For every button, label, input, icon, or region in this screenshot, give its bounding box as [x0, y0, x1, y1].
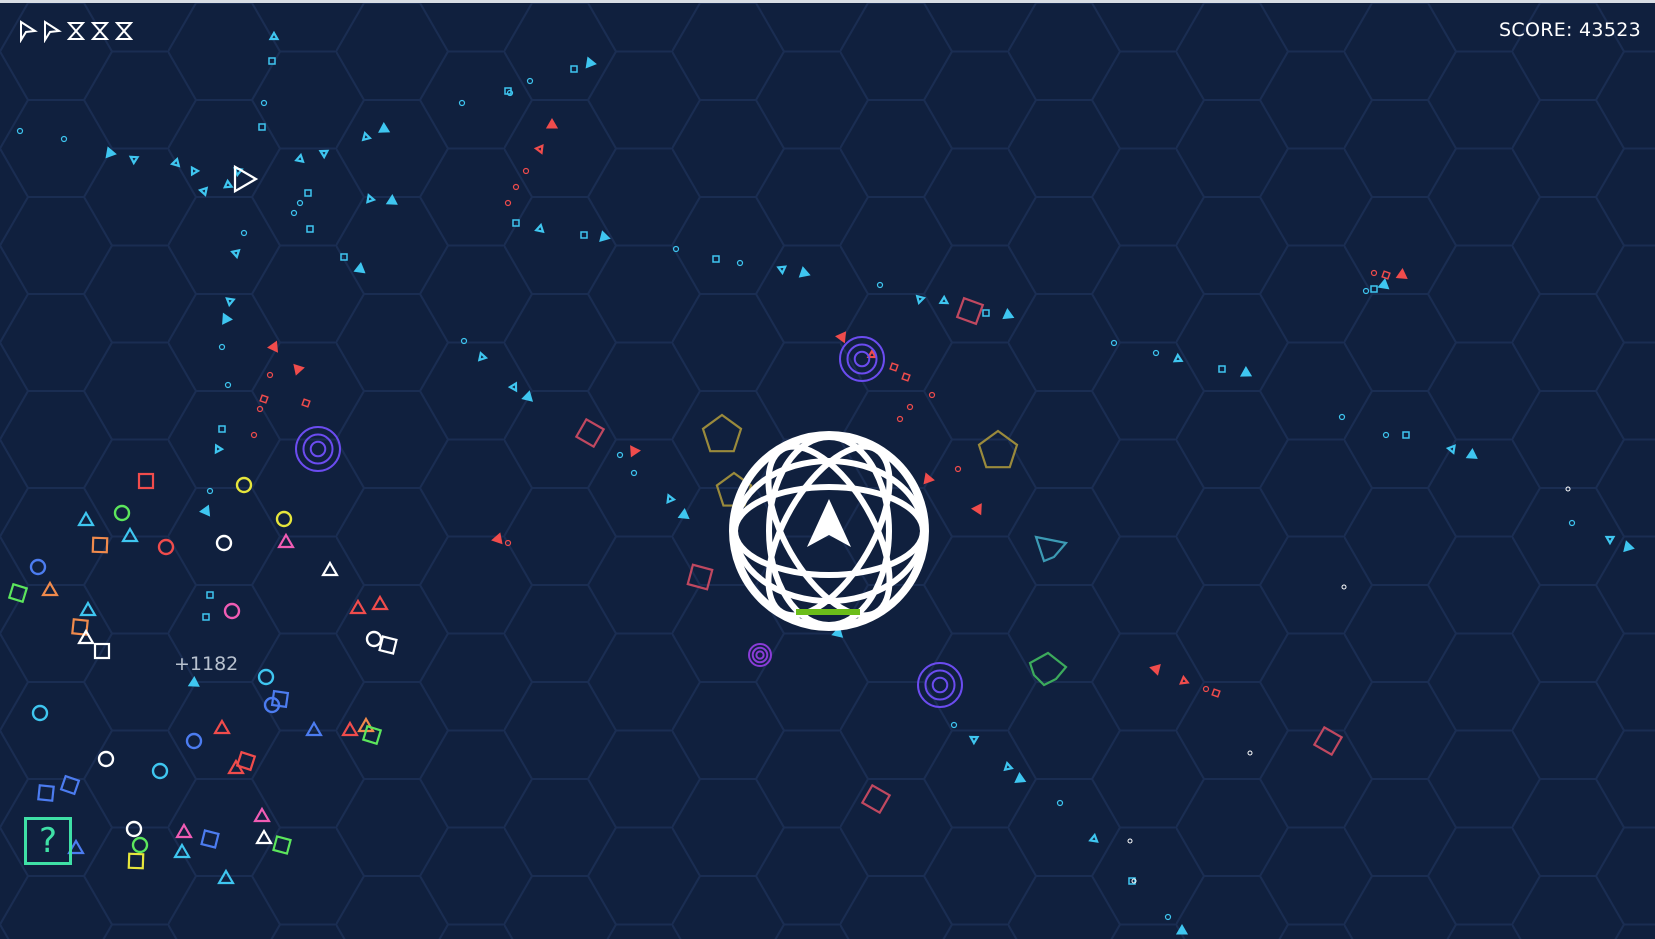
bomb-icon	[66, 22, 86, 40]
game-viewport[interactable]: SCORE: 43523 +1182 ?	[0, 0, 1655, 939]
hex-grid-background	[0, 3, 1655, 939]
mystery-powerup-box: ?	[24, 817, 72, 865]
lives-and-bombs-indicator	[18, 19, 134, 43]
play-field	[0, 3, 1655, 939]
bomb-icon	[114, 22, 134, 40]
life-ship-icon	[44, 20, 62, 43]
player-health-fill	[796, 609, 860, 615]
life-ship-icon	[20, 20, 38, 43]
player-health-bar	[796, 609, 860, 615]
score-display: SCORE: 43523	[1499, 19, 1641, 41]
bomb-icon	[90, 22, 110, 40]
score-popup-text: +1182	[174, 653, 239, 675]
